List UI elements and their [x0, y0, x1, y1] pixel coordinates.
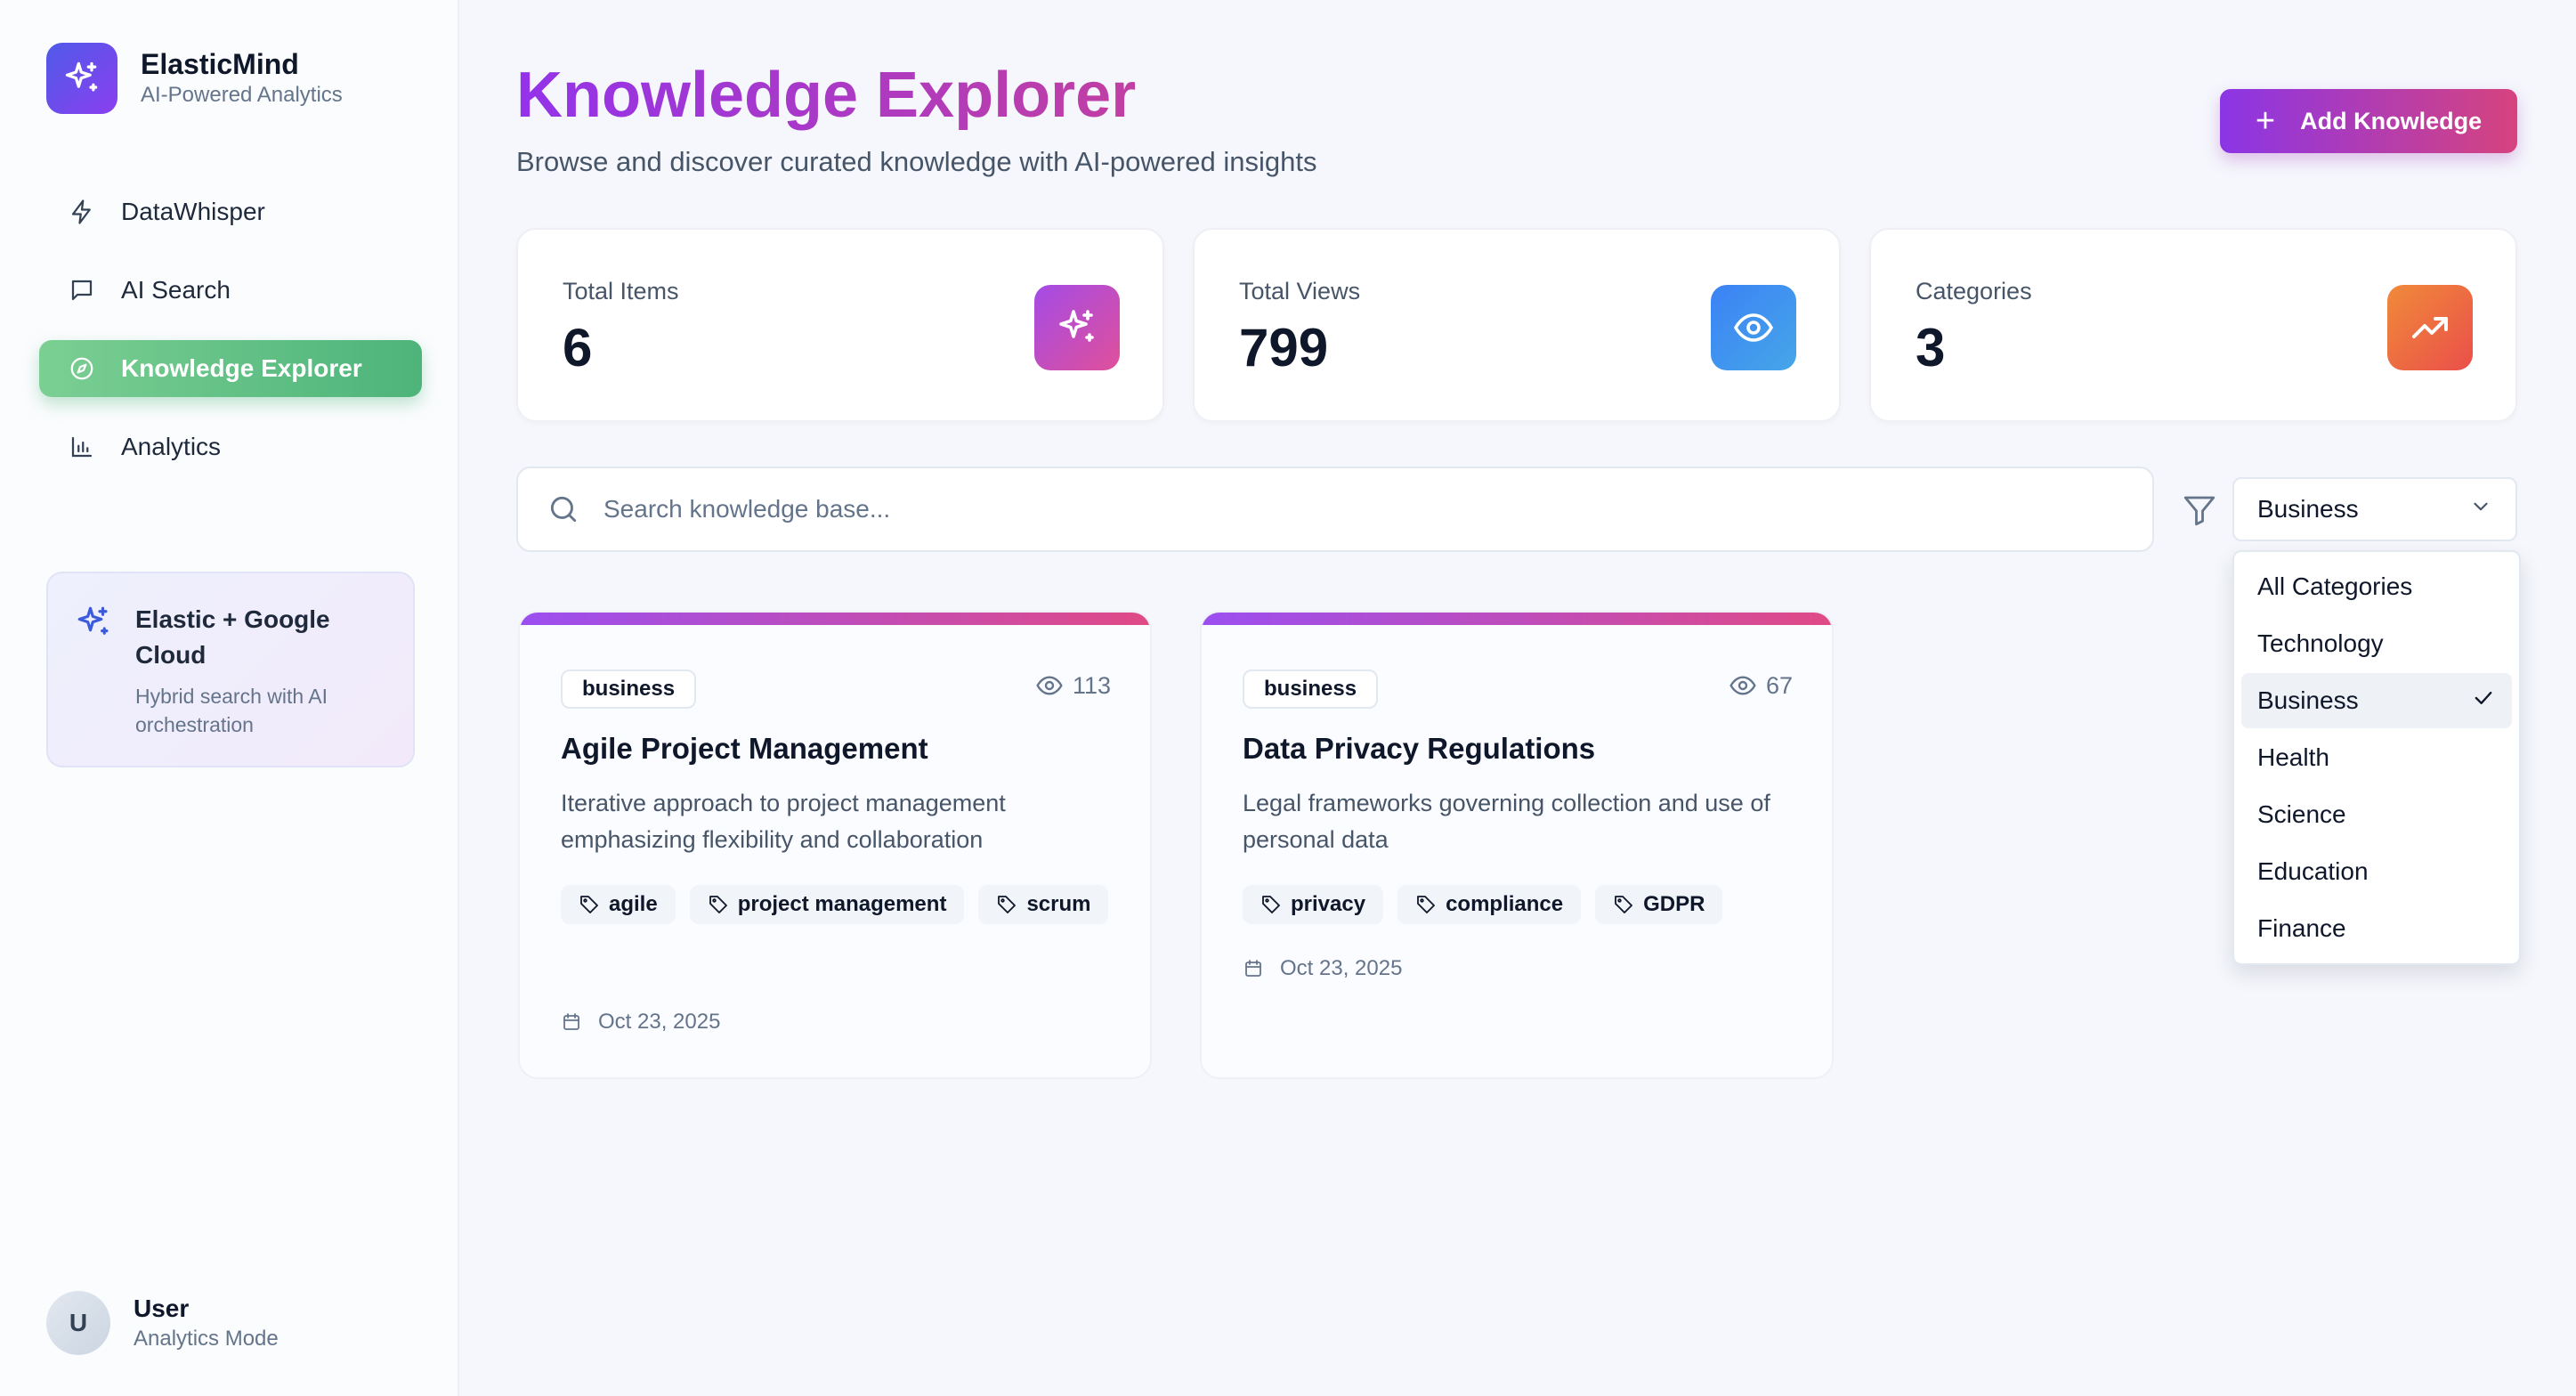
- tag-icon: [1415, 894, 1437, 915]
- tag-icon: [708, 894, 729, 915]
- card-description: Iterative approach to project management…: [561, 790, 1006, 853]
- view-count: 113: [1035, 671, 1111, 700]
- card-date: Oct 23, 2025: [561, 1010, 720, 1035]
- filter-icon[interactable]: [2181, 491, 2218, 533]
- avatar: U: [46, 1291, 110, 1355]
- tag[interactable]: GDPR: [1595, 885, 1723, 924]
- option-finance[interactable]: Finance: [2241, 901, 2512, 956]
- tag-list: privacy compliance GDPR: [1243, 885, 1812, 938]
- compass-icon: [66, 353, 98, 385]
- option-science[interactable]: Science: [2241, 787, 2512, 842]
- knowledge-card[interactable]: business 113 Agile Project Management It…: [518, 611, 1152, 1079]
- sidebar-item-ai-search[interactable]: AI Search: [39, 262, 422, 319]
- bolt-icon: [66, 196, 98, 228]
- option-health[interactable]: Health: [2241, 730, 2512, 785]
- user-name: User: [134, 1295, 190, 1322]
- promo-description: Hybrid search with AI orchestration: [135, 685, 328, 736]
- eye-icon: [1729, 671, 1757, 700]
- brand-subtitle: AI-Powered Analytics: [141, 83, 343, 107]
- tag[interactable]: agile: [561, 885, 676, 924]
- eye-icon: [1711, 285, 1796, 370]
- tag[interactable]: privacy: [1243, 885, 1384, 924]
- add-knowledge-button[interactable]: + Add Knowledge: [2220, 89, 2517, 153]
- stat-value: 6: [563, 318, 593, 377]
- sparkles-icon: [46, 43, 117, 114]
- knowledge-card[interactable]: business 67 Data Privacy Regulations Leg…: [1200, 611, 1834, 1079]
- card-accent-bar: [1202, 613, 1832, 625]
- view-count: 67: [1729, 671, 1793, 700]
- option-education[interactable]: Education: [2241, 844, 2512, 899]
- tag-icon: [996, 894, 1017, 915]
- sidebar-item-label: AI Search: [121, 276, 231, 304]
- sidebar-item-label: Analytics: [121, 433, 222, 460]
- calendar-icon: [1243, 958, 1264, 979]
- card-date: Oct 23, 2025: [1243, 956, 1402, 981]
- chevron-down-icon: [2469, 495, 2492, 524]
- bar-chart-icon: [66, 431, 98, 463]
- sidebar-nav: DataWhisper AI Search Knowledge Explorer…: [39, 183, 422, 497]
- card-title: Data Privacy Regulations: [1243, 732, 1596, 765]
- sidebar-item-knowledge-explorer[interactable]: Knowledge Explorer: [39, 340, 422, 397]
- eye-icon: [1035, 671, 1064, 700]
- stat-value: 799: [1239, 318, 1329, 377]
- sidebar-item-label: Knowledge Explorer: [121, 354, 362, 382]
- stat-label: Categories: [1916, 278, 2032, 304]
- sidebar: ElasticMind AI-Powered Analytics DataWhi…: [0, 0, 459, 1396]
- category-select[interactable]: Business: [2232, 477, 2517, 541]
- search-icon: [547, 492, 580, 526]
- option-all-categories[interactable]: All Categories: [2241, 559, 2512, 614]
- category-badge: business: [561, 670, 697, 709]
- option-technology[interactable]: Technology: [2241, 616, 2512, 671]
- page-subtitle: Browse and discover curated knowledge wi…: [516, 146, 1317, 177]
- message-icon: [66, 274, 98, 306]
- search-bar: [516, 467, 2154, 552]
- page-title: Knowledge Explorer: [516, 55, 1136, 135]
- tag-icon: [1613, 894, 1634, 915]
- category-select-value: Business: [2257, 495, 2359, 523]
- stat-value: 3: [1916, 318, 1946, 377]
- add-knowledge-label: Add Knowledge: [2300, 107, 2483, 134]
- stat-card-total-views: Total Views 799: [1193, 228, 1841, 422]
- stat-label: Total Views: [1239, 278, 1361, 304]
- card-title: Agile Project Management: [561, 732, 928, 765]
- trending-up-icon: [2387, 285, 2473, 370]
- tag[interactable]: project management: [689, 885, 965, 924]
- user-profile[interactable]: U User Analytics Mode: [46, 1291, 279, 1355]
- sidebar-item-datawhisper[interactable]: DataWhisper: [39, 183, 422, 240]
- tag[interactable]: compliance: [1397, 885, 1582, 924]
- search-input[interactable]: [603, 495, 2028, 524]
- card-accent-bar: [520, 613, 1150, 625]
- plus-icon: +: [2255, 102, 2276, 140]
- stat-label: Total Items: [563, 278, 679, 304]
- stat-card-categories: Categories 3: [1869, 228, 2517, 422]
- promo-title: Elastic + Google Cloud: [135, 605, 330, 669]
- sparkles-icon: [1034, 285, 1120, 370]
- sidebar-item-analytics[interactable]: Analytics: [39, 418, 422, 475]
- promo-card: Elastic + Google Cloud Hybrid search wit…: [46, 572, 415, 767]
- category-badge: business: [1243, 670, 1379, 709]
- brand[interactable]: ElasticMind AI-Powered Analytics: [46, 43, 343, 114]
- stat-card-total-items: Total Items 6: [516, 228, 1164, 422]
- calendar-icon: [561, 1011, 582, 1033]
- tag[interactable]: scrum: [978, 885, 1109, 924]
- tag-list: agile project management scrum: [561, 885, 1130, 938]
- tag-icon: [1260, 894, 1282, 915]
- brand-name: ElasticMind: [141, 48, 299, 80]
- sidebar-item-label: DataWhisper: [121, 198, 265, 225]
- check-icon: [2471, 686, 2496, 717]
- tag-icon: [579, 894, 600, 915]
- user-mode: Analytics Mode: [134, 1327, 279, 1351]
- option-business[interactable]: Business: [2241, 673, 2512, 728]
- sparkles-icon: [75, 604, 112, 645]
- category-dropdown: All Categories Technology Business Healt…: [2232, 550, 2521, 965]
- card-description: Legal frameworks governing collection an…: [1243, 790, 1770, 853]
